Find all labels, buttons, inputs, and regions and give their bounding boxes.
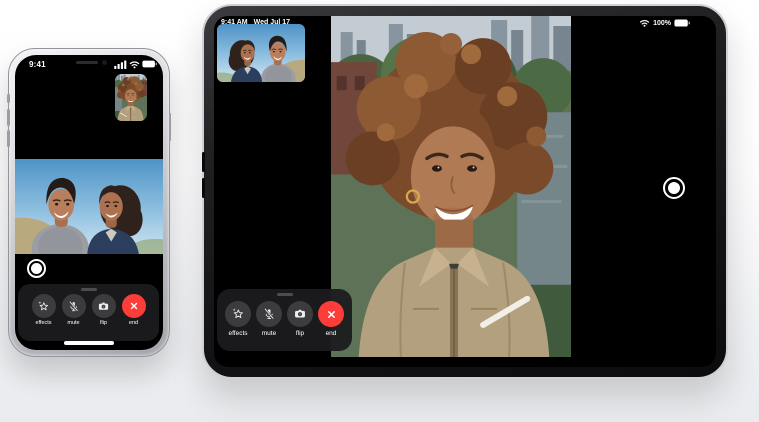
phone-mute-button[interactable] — [62, 294, 86, 318]
ipad-volume-up-button[interactable] — [202, 152, 205, 172]
ipad-effects-button[interactable] — [225, 301, 251, 327]
phone-mute-control: mute — [59, 294, 88, 326]
phone-flip-label: flip — [100, 320, 107, 326]
phone-mute-label: mute — [67, 320, 79, 326]
ipad-flip-control: flip — [285, 301, 316, 337]
ipad-capture-photo-button[interactable] — [663, 177, 685, 199]
phone-controls-row: effects mute — [18, 294, 159, 326]
ipad-call-controls-panel: effects mute — [217, 289, 352, 351]
ipad-mute-label: mute — [262, 330, 276, 337]
phone-panel-grabber[interactable] — [81, 288, 97, 291]
ipad-volume-down-button[interactable] — [202, 178, 205, 198]
ipad-self-view-pip[interactable] — [217, 24, 305, 82]
phone-end-call-button[interactable] — [122, 294, 146, 318]
mute-mic-icon — [262, 307, 276, 321]
ipad-remote-video-frame — [331, 16, 571, 357]
ipad-panel-grabber[interactable] — [277, 293, 293, 296]
phone-facetime-screen: 9:41 — [15, 55, 163, 350]
phone-remote-video-frame — [15, 159, 163, 254]
marketing-canvas: 9:41 — [0, 0, 759, 422]
iphone-device: 9:41 — [8, 48, 170, 357]
effects-star-icon — [37, 300, 50, 313]
wifi-icon — [129, 60, 140, 69]
ipad-end-call-button[interactable] — [318, 301, 344, 327]
phone-end-control: end — [119, 294, 148, 326]
phone-capture-photo-dot — [31, 263, 42, 274]
ipad-flip-button[interactable] — [287, 301, 313, 327]
ipad-status-time: 9:41 AM — [221, 19, 248, 26]
ipad-flip-label: flip — [296, 330, 304, 337]
phone-flip-button[interactable] — [92, 294, 116, 318]
ipad-effects-label: effects — [228, 330, 247, 337]
ipad-device: 9:41 AM Wed Jul 17 100% — [202, 4, 728, 379]
phone-effects-label: effects — [35, 320, 51, 326]
end-call-icon — [128, 300, 140, 312]
battery-icon — [142, 60, 157, 68]
ipad-facetime-screen: 9:41 AM Wed Jul 17 100% — [214, 16, 716, 367]
phone-power-button[interactable] — [169, 113, 172, 141]
phone-effects-control: effects — [29, 294, 58, 326]
cellular-signal-icon — [114, 60, 127, 69]
battery-icon — [674, 19, 690, 27]
phone-status-icons — [114, 60, 157, 69]
mute-mic-icon — [67, 300, 80, 313]
effects-star-icon — [231, 307, 245, 321]
ipad-controls-row: effects mute — [217, 301, 352, 337]
ipad-mute-button[interactable] — [256, 301, 282, 327]
phone-self-view-pip[interactable] — [115, 74, 147, 121]
phone-mute-switch[interactable] — [7, 94, 10, 103]
phone-self-view-video — [115, 74, 147, 121]
phone-home-indicator[interactable] — [64, 341, 114, 345]
phone-volume-down-button[interactable] — [7, 130, 10, 147]
phone-end-label: end — [129, 320, 138, 326]
ipad-self-view-video — [217, 24, 305, 82]
ipad-status-date: Wed Jul 17 — [254, 19, 290, 26]
phone-volume-up-button[interactable] — [7, 109, 10, 126]
ipad-remote-video — [331, 16, 571, 357]
ipad-capture-photo-dot — [668, 182, 680, 194]
ipad-status-left: 9:41 AM Wed Jul 17 — [221, 19, 290, 26]
phone-capture-photo-button[interactable] — [27, 259, 46, 278]
phone-remote-video — [15, 159, 163, 254]
phone-status-bar: 9:41 — [15, 58, 163, 70]
phone-effects-button[interactable] — [32, 294, 56, 318]
ipad-effects-control: effects — [223, 301, 254, 337]
flip-camera-icon — [293, 307, 307, 321]
ipad-mute-control: mute — [254, 301, 285, 337]
wifi-icon — [639, 19, 650, 27]
flip-camera-icon — [97, 300, 110, 313]
ipad-end-label: end — [326, 330, 337, 337]
phone-status-time: 9:41 — [29, 60, 46, 69]
ipad-end-control: end — [316, 301, 347, 337]
phone-flip-control: flip — [89, 294, 118, 326]
end-call-icon — [325, 308, 338, 321]
ipad-battery-percent: 100% — [653, 20, 671, 27]
phone-call-controls-panel: effects mute — [18, 284, 159, 341]
ipad-status-right: 100% — [639, 19, 690, 27]
